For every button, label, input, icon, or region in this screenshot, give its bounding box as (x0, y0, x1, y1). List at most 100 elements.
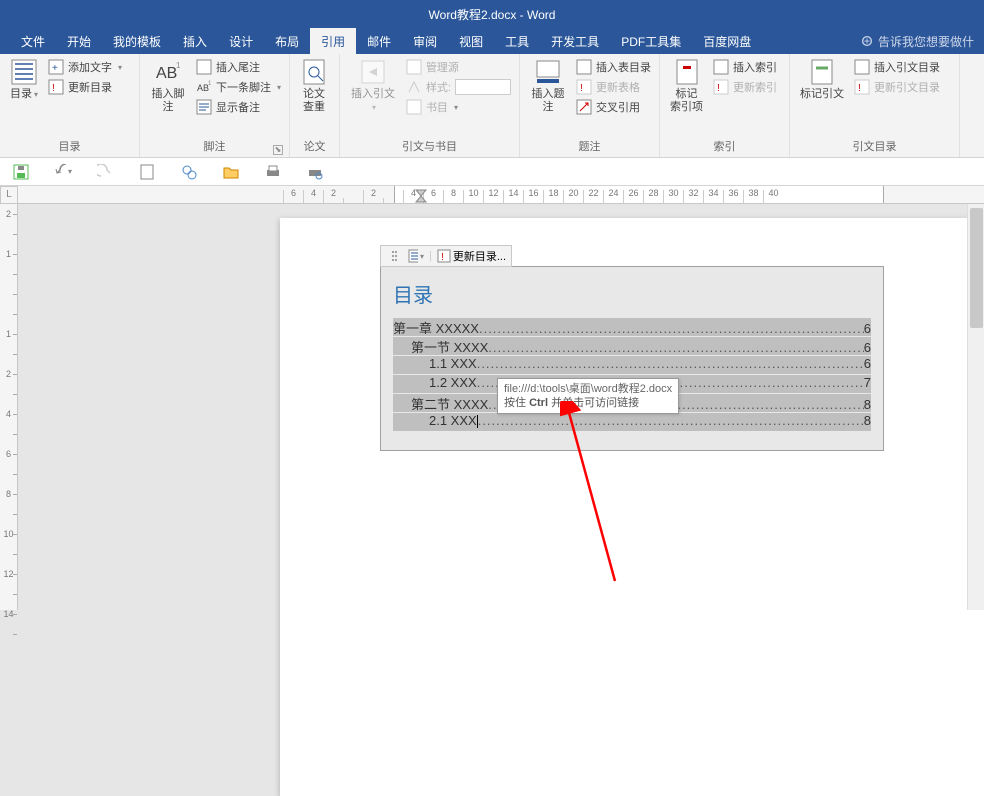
print-button[interactable] (264, 163, 282, 181)
next-footnote-button[interactable]: AB1 下一条脚注▾ (194, 78, 283, 96)
style-icon (406, 79, 422, 95)
insert-figure-table-button[interactable]: 插入表目录 (574, 58, 653, 76)
manage-sources-icon (406, 59, 422, 75)
tab-home[interactable]: 开始 (56, 28, 102, 54)
tab-file[interactable]: 文件 (10, 28, 56, 54)
citation-style-input[interactable] (455, 79, 511, 95)
horizontal-ruler[interactable]: 642246810121416182022242628303234363840 (18, 186, 984, 204)
toc-entry-text: 第一节 XXXX (411, 337, 488, 356)
new-doc-button[interactable] (138, 163, 156, 181)
svg-text:!: ! (441, 252, 444, 263)
svg-text:!: ! (858, 83, 861, 94)
insert-toa-button[interactable]: 插入引文目录 (852, 58, 942, 76)
research-check-button[interactable]: 论文 查重 (294, 56, 334, 116)
toc-control-toolbar: ▾ | ! 更新目录... (380, 245, 512, 267)
endnote-icon (196, 59, 212, 75)
print-preview-button[interactable] (306, 163, 324, 181)
bibliography-button[interactable]: 书目▾ (404, 98, 513, 116)
svg-text:!: ! (717, 83, 720, 94)
toc-leader-dots: ........................................… (477, 356, 864, 371)
update-toc-button[interactable]: ! 更新目录 (46, 78, 124, 96)
vertical-scrollbar[interactable] (967, 204, 984, 610)
footnote-launcher[interactable]: ⬊ (273, 145, 283, 155)
insert-citation-button[interactable]: 插入引文▾ (344, 56, 402, 116)
svg-text:1: 1 (208, 81, 212, 87)
ribbon: 目录▾ + 添加文字▾ ! 更新目录 目录 AB1 插入脚注 (0, 54, 984, 158)
caption-icon (534, 58, 562, 86)
preview-button[interactable] (180, 163, 198, 181)
toc-entry[interactable]: 1.1 XXX.................................… (393, 356, 871, 374)
show-notes-button[interactable]: 显示备注 (194, 98, 283, 116)
toc-leader-dots: ........................................… (478, 413, 864, 428)
tab-layout[interactable]: 布局 (264, 28, 310, 54)
update-toa-button[interactable]: ! 更新引文目录 (852, 78, 942, 96)
update-index-button[interactable]: ! 更新索引 (711, 78, 779, 96)
toc-entry-page: 8 (864, 413, 871, 428)
tooltip-hint: 按住 Ctrl 并单击可访问链接 (504, 396, 672, 410)
toc-update-button[interactable]: ! 更新目录... (436, 248, 507, 264)
tab-references[interactable]: 引用 (310, 28, 356, 54)
tab-tools[interactable]: 工具 (494, 28, 540, 54)
toc-content-control[interactable]: ▾ | ! 更新目录... 目录 第一章 XXXXX..............… (380, 266, 884, 451)
toc-leader-dots: ........................................… (488, 340, 863, 355)
toc-entry-text: 第二节 XXXX (411, 394, 488, 413)
cross-ref-icon (576, 99, 592, 115)
tab-developer[interactable]: 开发工具 (540, 28, 610, 54)
document-page[interactable]: ▾ | ! 更新目录... 目录 第一章 XXXXX..............… (280, 218, 984, 796)
add-text-icon: + (48, 59, 64, 75)
hyperlink-tooltip: file:///d:\tools\桌面\word教程2.docx 按住 Ctrl… (497, 378, 679, 414)
tab-pdf[interactable]: PDF工具集 (610, 28, 692, 54)
update-table-button[interactable]: ! 更新表格 (574, 78, 653, 96)
tab-baidudisk[interactable]: 百度网盘 (692, 28, 762, 54)
tab-insert[interactable]: 插入 (172, 28, 218, 54)
toc-content: 目录 第一章 XXXXX............................… (381, 267, 883, 450)
redo-button[interactable] (96, 163, 114, 181)
update-table-icon: ! (576, 79, 592, 95)
tab-design[interactable]: 设计 (218, 28, 264, 54)
index-icon (673, 58, 701, 86)
add-text-button[interactable]: + 添加文字▾ (46, 58, 124, 76)
toc-button[interactable]: 目录▾ (4, 56, 44, 103)
ruler-corner: L (0, 186, 18, 204)
toc-handle-icon[interactable] (385, 248, 403, 264)
manage-sources-button[interactable]: 管理源 (404, 58, 513, 76)
toc-title: 目录 (393, 279, 871, 308)
toc-entry[interactable]: 2.1 XXX.................................… (393, 413, 871, 431)
svg-text:!: ! (580, 83, 583, 94)
tab-mailings[interactable]: 邮件 (356, 28, 402, 54)
tab-review[interactable]: 审阅 (402, 28, 448, 54)
toc-entry-text: 1.1 XXX (429, 356, 477, 371)
update-toc-icon: ! (48, 79, 64, 95)
undo-button[interactable]: ▾ (54, 163, 72, 181)
bibliography-icon (406, 99, 422, 115)
vertical-ruler[interactable]: 2112468101214 (0, 204, 18, 610)
workspace: L 64224681012141618202224262830323436384… (0, 186, 984, 610)
toc-options-button[interactable]: ▾ (407, 248, 425, 264)
insert-index-icon (713, 59, 729, 75)
insert-endnote-button[interactable]: 插入尾注 (194, 58, 283, 76)
toc-icon (10, 58, 38, 86)
save-button[interactable] (12, 163, 30, 181)
tab-view[interactable]: 视图 (448, 28, 494, 54)
mark-index-entry-button[interactable]: 标记 索引项 (664, 56, 709, 116)
show-notes-icon (196, 99, 212, 115)
open-button[interactable] (222, 163, 240, 181)
insert-footnote-button[interactable]: AB1 插入脚注 (144, 56, 192, 116)
citation-style-button[interactable]: 样式: (404, 78, 513, 96)
cross-reference-button[interactable]: 交叉引用 (574, 98, 653, 116)
insert-caption-button[interactable]: 插入题注 (524, 56, 572, 116)
mark-citation-button[interactable]: 标记引文 (794, 56, 850, 103)
toc-entry[interactable]: 第一章 XXXXX...............................… (393, 318, 871, 336)
title-bar: Word教程2.docx - Word (0, 0, 984, 28)
tell-me-search[interactable]: 告诉我您想要做什 (850, 28, 984, 54)
toc-leader-dots: ........................................… (479, 321, 864, 336)
toc-entry[interactable]: 第一节 XXXX................................… (393, 337, 871, 355)
fig-table-icon (576, 59, 592, 75)
update-toa-icon: ! (854, 79, 870, 95)
update-index-icon: ! (713, 79, 729, 95)
insert-index-button[interactable]: 插入索引 (711, 58, 779, 76)
tab-my-templates[interactable]: 我的模板 (102, 28, 172, 54)
svg-text:AB: AB (156, 65, 177, 82)
toc-entry-page: 6 (864, 340, 871, 355)
svg-text:+: + (52, 63, 58, 74)
